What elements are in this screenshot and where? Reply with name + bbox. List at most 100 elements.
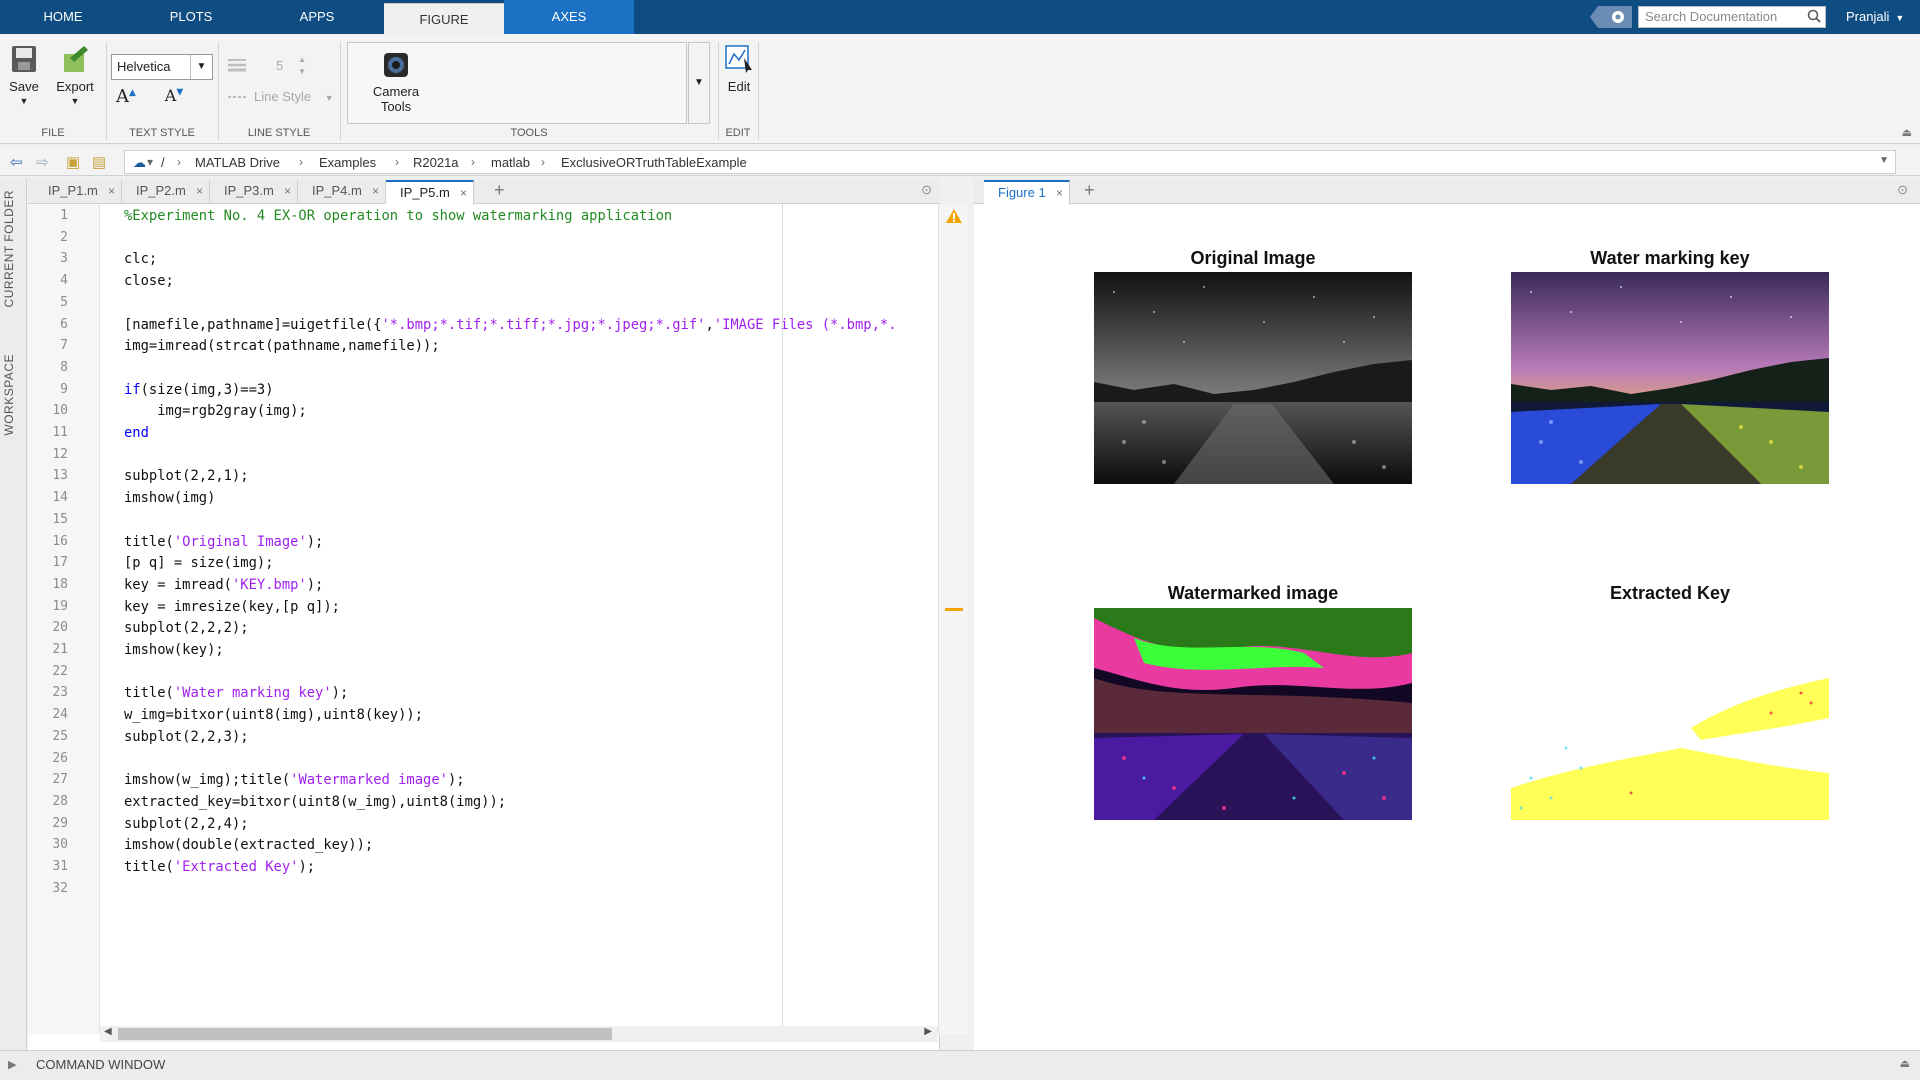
decrease-font-icon: A▼ [164, 86, 184, 105]
code-line[interactable]: w_img=bitxor(uint8(img),uint8(key)); [124, 707, 423, 723]
line-number: 18 [52, 576, 68, 592]
up-folder-icon[interactable]: ▣ [66, 153, 80, 171]
close-icon[interactable]: × [372, 180, 379, 202]
scroll-left-icon[interactable]: ◀ [104, 1026, 112, 1037]
editor-tab[interactable]: IP_P1.m × [34, 180, 122, 204]
code-line[interactable]: img=imread(strcat(pathname,namefile)); [124, 338, 440, 354]
add-tab-icon[interactable]: + [494, 180, 505, 201]
scroll-right-icon[interactable]: ▶ [924, 1026, 932, 1037]
path-breadcrumb[interactable]: ☁ ▾ / › MATLAB Drive › Examples › R2021a… [124, 150, 1896, 174]
code-line[interactable]: subplot(2,2,1); [124, 468, 249, 484]
watermarked-image[interactable] [1094, 608, 1412, 820]
crumb-root[interactable]: / [161, 155, 165, 170]
original-image[interactable] [1094, 272, 1412, 484]
editor-tab[interactable]: IP_P3.m × [210, 180, 298, 204]
code-line[interactable]: %Experiment No. 4 EX-OR operation to sho… [124, 208, 672, 224]
search-documentation-input[interactable]: Search Documentation [1638, 6, 1826, 28]
code-line[interactable]: close; [124, 273, 174, 289]
tab-figure[interactable]: FIGURE [384, 3, 504, 34]
code-line[interactable]: imshow(img) [124, 490, 215, 506]
code-line[interactable]: subplot(2,2,2); [124, 620, 249, 636]
code-line[interactable]: imshow(key); [124, 642, 224, 658]
warning-marker[interactable] [945, 608, 963, 611]
tab-home[interactable]: HOME [14, 0, 112, 34]
browse-folder-icon[interactable]: ▤ [92, 153, 106, 171]
font-dropdown[interactable]: Helvetica ▼ [111, 54, 213, 80]
crumb-examples[interactable]: Examples [319, 155, 376, 170]
edit-label: Edit [727, 79, 751, 94]
close-icon[interactable]: × [460, 182, 467, 204]
close-icon[interactable]: × [284, 180, 291, 202]
save-button[interactable]: Save ▼ [6, 44, 42, 106]
line-style-dropdown[interactable]: Line Style ▼ [254, 89, 334, 104]
code-line[interactable]: imshow(w_img);title('Watermarked image')… [124, 772, 465, 788]
current-folder-tab[interactable]: CURRENT FOLDER [2, 190, 16, 307]
close-icon[interactable]: × [196, 180, 203, 202]
chevron-down-icon[interactable]: ▼ [190, 55, 212, 79]
expand-panel-icon[interactable]: ▶ [8, 1058, 16, 1071]
code-line[interactable]: subplot(2,2,3); [124, 729, 249, 745]
chevron-down-icon[interactable]: ▼ [1879, 155, 1889, 166]
command-window-label: COMMAND WINDOW [36, 1057, 166, 1072]
line-width-stepper[interactable]: 5 ▲ ▼ [260, 54, 310, 78]
code-line[interactable]: key = imresize(key,[p q]); [124, 599, 340, 615]
search-icon[interactable] [1807, 9, 1821, 23]
user-menu[interactable]: Pranjali ▼ [1846, 0, 1904, 34]
figure-tab[interactable]: Figure 1 × [984, 180, 1070, 205]
line-number: 16 [52, 533, 68, 549]
code-line[interactable]: title('Extracted Key'); [124, 859, 315, 875]
code-line[interactable]: if(size(img,3)==3) [124, 382, 274, 398]
crumb-current-folder[interactable]: ExclusiveORTruthTableExample [561, 155, 747, 170]
tools-gallery-expand[interactable]: ▼ [688, 42, 710, 124]
code-line[interactable]: [p q] = size(img); [124, 555, 274, 571]
tab-plots[interactable]: PLOTS [132, 0, 250, 34]
crumb-matlab-drive[interactable]: MATLAB Drive [195, 155, 280, 170]
edit-plot-button[interactable]: Edit [722, 44, 756, 94]
export-button[interactable]: Export ▼ [52, 44, 98, 106]
code-line[interactable]: key = imread('KEY.bmp'); [124, 577, 323, 593]
code-line[interactable]: title('Water marking key'); [124, 685, 348, 701]
code-line[interactable]: end [124, 425, 149, 441]
crumb-matlab[interactable]: matlab [491, 155, 530, 170]
close-icon[interactable]: × [1056, 182, 1063, 204]
forward-arrow-icon[interactable]: ⇨ [36, 153, 49, 171]
stepper-arrows-icon: ▲ ▼ [298, 55, 306, 76]
code-line[interactable]: extracted_key=bitxor(uint8(w_img),uint8(… [124, 794, 506, 810]
extracted-key-image[interactable] [1511, 608, 1829, 820]
add-tab-icon[interactable]: + [1084, 180, 1095, 201]
increase-font-size-button[interactable]: A▲ [114, 86, 138, 107]
code-line[interactable]: title('Original Image'); [124, 534, 323, 550]
decrease-font-size-button[interactable]: A▼ [162, 86, 186, 105]
code-line[interactable]: img=rgb2gray(img); [124, 403, 307, 419]
tab-axes[interactable]: AXES [504, 0, 634, 34]
panel-options-icon[interactable]: ⊙ [921, 182, 932, 198]
collapse-ribbon-icon[interactable]: ⏏ [1902, 126, 1912, 139]
command-window-bar[interactable]: ▶ COMMAND WINDOW ⏏ [0, 1050, 1920, 1080]
collapse-panel-icon[interactable]: ⏏ [1900, 1057, 1910, 1070]
code-line[interactable]: clc; [124, 251, 157, 267]
figure-tab-label: Figure 1 [998, 185, 1046, 200]
tab-apps[interactable]: APPS [262, 0, 372, 34]
crumb-r2021a[interactable]: R2021a [413, 155, 459, 170]
editor-tab-active[interactable]: IP_P5.m × [386, 180, 474, 205]
watermark-key-image[interactable] [1511, 272, 1829, 484]
line-number: 8 [60, 359, 68, 375]
scrollbar-thumb[interactable] [118, 1028, 612, 1040]
warning-icon[interactable] [945, 208, 963, 224]
panel-options-icon[interactable]: ⊙ [1897, 182, 1908, 198]
back-arrow-icon[interactable]: ⇦ [10, 153, 23, 171]
editor-tab[interactable]: IP_P2.m × [122, 180, 210, 204]
chevron-down-icon: ▼ [324, 93, 334, 103]
editor-tab[interactable]: IP_P4.m × [298, 180, 386, 204]
code-line[interactable]: subplot(2,2,4); [124, 816, 249, 832]
code-line[interactable]: imshow(double(extracted_key)); [124, 837, 373, 853]
close-icon[interactable]: × [108, 180, 115, 202]
workspace-tab[interactable]: WORKSPACE [2, 354, 16, 436]
code-line[interactable]: [namefile,pathname]=uigetfile({'*.bmp;*.… [124, 317, 897, 333]
increase-font-icon: A▲ [116, 86, 136, 107]
camera-tools-button[interactable]: Camera Tools [360, 51, 432, 114]
chevron-right-icon: › [395, 155, 399, 169]
settings-button[interactable] [1590, 6, 1632, 28]
horizontal-scrollbar[interactable]: ◀ ▶ [100, 1026, 938, 1042]
chevron-right-icon: › [541, 155, 545, 169]
